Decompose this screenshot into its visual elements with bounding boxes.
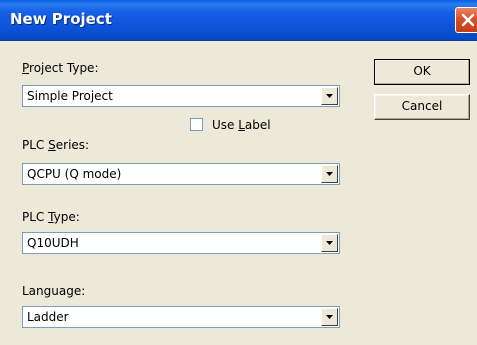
language-dropdown-button[interactable]	[321, 308, 338, 326]
project-type-dropdown-button[interactable]	[321, 87, 338, 105]
project-type-label: Project Type:	[22, 61, 99, 75]
project-type-value: Simple Project	[27, 89, 113, 103]
close-button[interactable]	[455, 7, 477, 33]
plc-series-value: QCPU (Q mode)	[27, 167, 122, 181]
chevron-down-icon	[326, 172, 333, 176]
plc-type-dropdown-button[interactable]	[321, 234, 338, 252]
use-label-label[interactable]: Use Label	[212, 118, 271, 132]
project-type-select[interactable]: Simple Project	[22, 85, 340, 107]
language-label: Language:	[22, 284, 86, 298]
language-select[interactable]: Ladder	[22, 306, 340, 328]
chevron-down-icon	[326, 315, 333, 319]
chevron-down-icon	[326, 94, 333, 98]
plc-series-select[interactable]: QCPU (Q mode)	[22, 163, 340, 185]
plc-type-value: Q10UDH	[27, 236, 79, 250]
title-bar[interactable]: New Project	[0, 0, 477, 41]
window-title: New Project	[10, 10, 112, 28]
new-project-dialog: New Project Project Type: Simple Project…	[0, 0, 477, 345]
use-label-checkbox[interactable]	[190, 118, 203, 131]
language-value: Ladder	[27, 310, 69, 324]
cancel-button[interactable]: Cancel	[374, 94, 470, 120]
close-icon	[461, 13, 475, 27]
plc-type-label: PLC Type:	[22, 210, 80, 224]
plc-series-dropdown-button[interactable]	[321, 165, 338, 183]
chevron-down-icon	[326, 241, 333, 245]
ok-button[interactable]: OK	[374, 59, 470, 85]
plc-series-label: PLC Series:	[22, 138, 90, 152]
plc-type-select[interactable]: Q10UDH	[22, 232, 340, 254]
